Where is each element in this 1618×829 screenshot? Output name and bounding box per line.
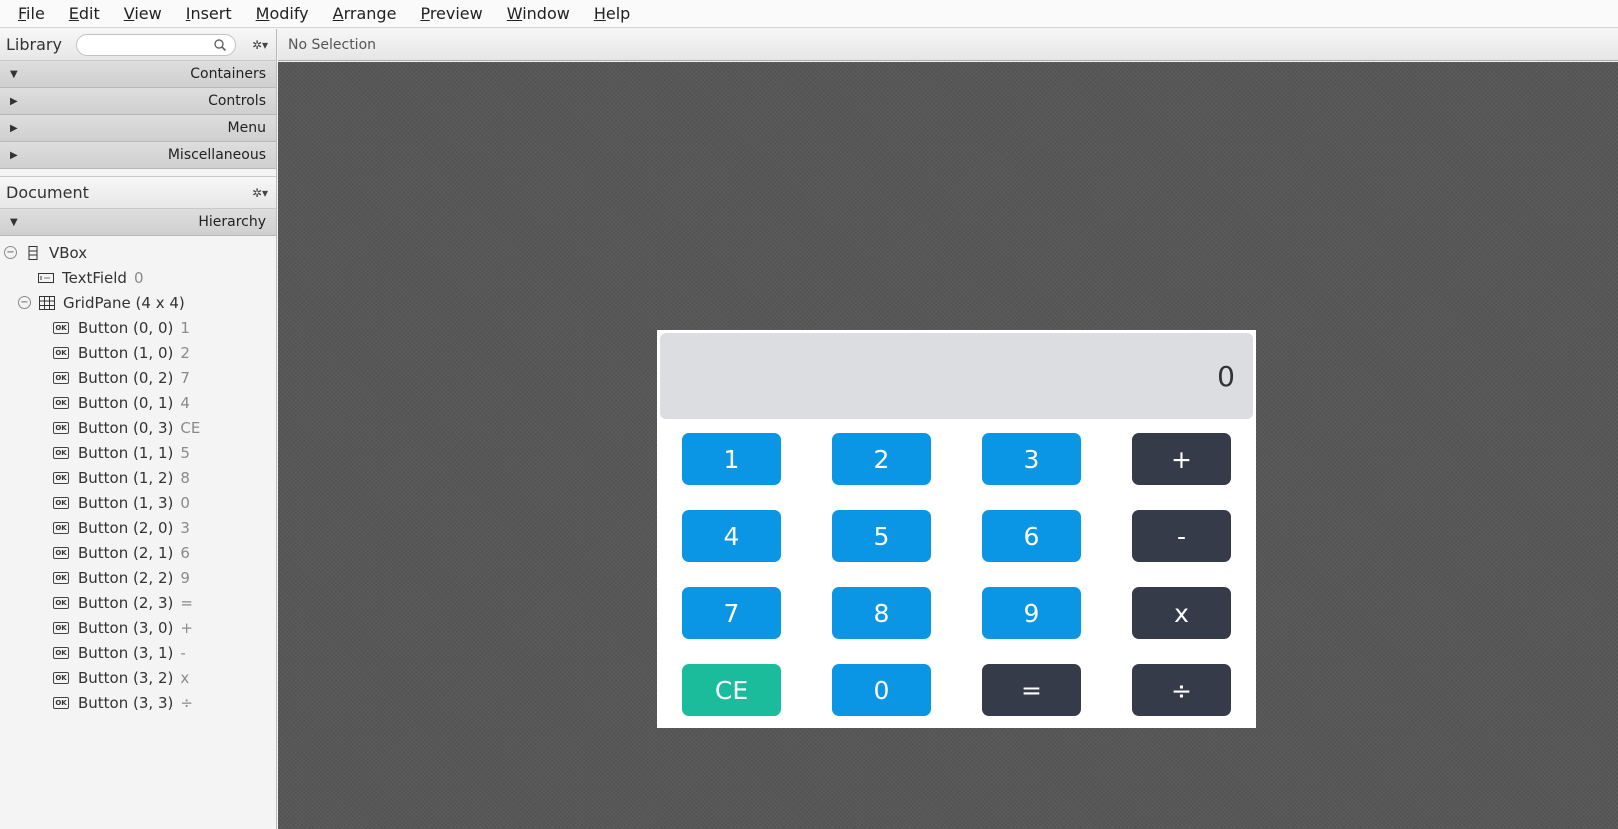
menu-view[interactable]: View	[112, 0, 174, 28]
document-title: Document	[6, 183, 89, 202]
button-icon: OK	[53, 396, 69, 409]
library-section-miscellaneous[interactable]: ▶ Miscellaneous	[0, 142, 276, 169]
tree-node-button[interactable]: OK Button (2, 3) =	[0, 590, 276, 615]
calc-button-3[interactable]: 3	[982, 433, 1081, 485]
tree-node-button[interactable]: OK Button (1, 1) 5	[0, 440, 276, 465]
library-search-input[interactable]	[84, 34, 215, 55]
menu-bar: File Edit View Insert Modify Arrange Pre…	[0, 0, 1618, 28]
expand-triangle-icon: ▶	[10, 95, 18, 107]
hierarchy-section[interactable]: ▼ Hierarchy	[0, 209, 276, 236]
tree-node-button[interactable]: OK Button (0, 3) CE	[0, 415, 276, 440]
library-section-containers[interactable]: ▼ Containers	[0, 61, 276, 88]
button-icon: OK	[53, 346, 69, 359]
calc-button-plus[interactable]: +	[1132, 433, 1231, 485]
tree-node-button[interactable]: OK Button (2, 0) 3	[0, 515, 276, 540]
button-icon: OK	[53, 546, 69, 559]
collapse-icon[interactable]: −	[4, 246, 17, 259]
gridpane-icon	[39, 295, 55, 310]
collapse-icon[interactable]: −	[18, 296, 31, 309]
calc-button-minus[interactable]: -	[1132, 510, 1231, 562]
library-section-menu[interactable]: ▶ Menu	[0, 115, 276, 142]
menu-edit[interactable]: Edit	[57, 0, 112, 28]
calc-button-1[interactable]: 1	[682, 433, 781, 485]
button-icon: OK	[53, 621, 69, 634]
menu-arrange[interactable]: Arrange	[321, 0, 409, 28]
calculator-vbox[interactable]: 1 2 3 + 4 5 6 - 7 8 9 x CE 0 = ÷	[657, 330, 1256, 728]
button-icon: OK	[53, 596, 69, 609]
menu-window[interactable]: Window	[495, 0, 582, 28]
panel-divider[interactable]	[0, 169, 276, 177]
library-header: Library ✲▾	[0, 29, 276, 61]
collapse-triangle-icon: ▼	[10, 68, 18, 80]
calc-button-multiply[interactable]: x	[1132, 587, 1231, 639]
tree-node-button[interactable]: OK Button (0, 0) 1	[0, 315, 276, 340]
tree-node-textfield[interactable]: TextField 0	[0, 265, 276, 290]
library-search	[75, 33, 236, 56]
calc-button-equals[interactable]: =	[982, 664, 1081, 716]
button-icon: OK	[53, 471, 69, 484]
hierarchy-tree: − VBox TextField 0 − GridPane (4 x 4) OK…	[0, 236, 276, 715]
tree-node-button[interactable]: OK Button (1, 0) 2	[0, 340, 276, 365]
tree-node-button[interactable]: OK Button (3, 1) -	[0, 640, 276, 665]
button-icon: OK	[53, 671, 69, 684]
content-status-bar: No Selection	[278, 29, 1618, 61]
calc-button-0[interactable]: 0	[832, 664, 931, 716]
calc-button-8[interactable]: 8	[832, 587, 931, 639]
calc-button-7[interactable]: 7	[682, 587, 781, 639]
tree-node-button[interactable]: OK Button (1, 3) 0	[0, 490, 276, 515]
left-panel: Library ✲▾ ▼ Containers ▶ Controls ▶ Men…	[0, 29, 277, 829]
tree-node-button[interactable]: OK Button (1, 2) 8	[0, 465, 276, 490]
calculator-display[interactable]	[660, 333, 1253, 419]
expand-triangle-icon: ▶	[10, 122, 18, 134]
tree-node-button[interactable]: OK Button (3, 3) ÷	[0, 690, 276, 715]
tree-node-gridpane[interactable]: − GridPane (4 x 4)	[0, 290, 276, 315]
library-title: Library	[6, 35, 62, 54]
tree-node-button[interactable]: OK Button (2, 1) 6	[0, 540, 276, 565]
tree-node-button[interactable]: OK Button (0, 2) 7	[0, 365, 276, 390]
menu-file[interactable]: File	[6, 0, 57, 28]
calc-button-4[interactable]: 4	[682, 510, 781, 562]
calc-button-5[interactable]: 5	[832, 510, 931, 562]
design-canvas[interactable]: 1 2 3 + 4 5 6 - 7 8 9 x CE 0 = ÷	[278, 62, 1618, 829]
calc-button-9[interactable]: 9	[982, 587, 1081, 639]
tree-node-vbox[interactable]: − VBox	[0, 240, 276, 265]
textfield-icon	[38, 272, 54, 283]
calc-button-divide[interactable]: ÷	[1132, 664, 1231, 716]
button-icon: OK	[53, 321, 69, 334]
search-icon	[214, 38, 227, 51]
menu-insert[interactable]: Insert	[174, 0, 244, 28]
button-icon: OK	[53, 571, 69, 584]
button-icon: OK	[53, 496, 69, 509]
vbox-icon	[28, 245, 38, 260]
tree-node-button[interactable]: OK Button (0, 1) 4	[0, 390, 276, 415]
menu-modify[interactable]: Modify	[244, 0, 321, 28]
tree-node-button[interactable]: OK Button (2, 2) 9	[0, 565, 276, 590]
calc-button-6[interactable]: 6	[982, 510, 1081, 562]
collapse-triangle-icon: ▼	[10, 216, 18, 228]
button-icon: OK	[53, 371, 69, 384]
button-icon: OK	[53, 696, 69, 709]
button-icon: OK	[53, 521, 69, 534]
calc-button-2[interactable]: 2	[832, 433, 931, 485]
button-icon: OK	[53, 646, 69, 659]
library-gear-icon[interactable]: ✲▾	[252, 38, 270, 52]
expand-triangle-icon: ▶	[10, 149, 18, 161]
calc-button-clear[interactable]: CE	[682, 664, 781, 716]
button-icon: OK	[53, 446, 69, 459]
library-section-controls[interactable]: ▶ Controls	[0, 88, 276, 115]
document-header: Document ✲▾	[0, 177, 276, 209]
document-gear-icon[interactable]: ✲▾	[252, 186, 270, 200]
button-icon: OK	[53, 421, 69, 434]
tree-node-button[interactable]: OK Button (3, 2) x	[0, 665, 276, 690]
menu-help[interactable]: Help	[582, 0, 642, 28]
tree-node-button[interactable]: OK Button (3, 0) +	[0, 615, 276, 640]
selection-status: No Selection	[288, 36, 377, 53]
menu-preview[interactable]: Preview	[408, 0, 494, 28]
